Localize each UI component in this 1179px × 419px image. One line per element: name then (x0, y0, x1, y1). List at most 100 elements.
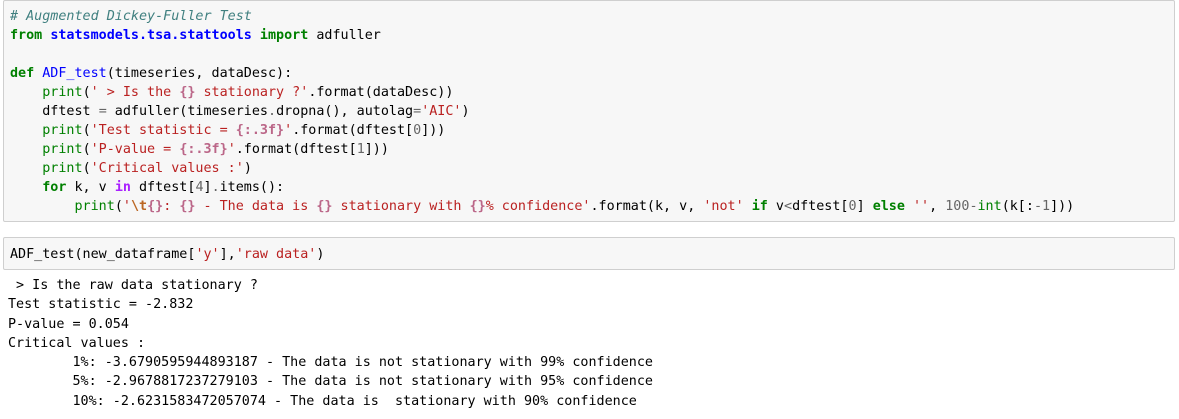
code-token: ' (122, 199, 131, 214)
code-token: .format(dftest[ (235, 142, 357, 157)
code-token: adfuller (308, 28, 381, 43)
code-token: int (977, 199, 1002, 214)
code-token: print (42, 123, 83, 138)
code-token: {} (179, 199, 196, 214)
code-line: dftest = adfuller(timeseries.dropna(), a… (10, 102, 1174, 121)
code-token: ] (203, 180, 212, 195)
output-line: 10%: -2.6231583472057074 - The data is s… (8, 393, 637, 409)
code-token: def (10, 66, 35, 81)
code-token: dftest[ (130, 180, 196, 195)
code-line: def ADF_test(timeseries, dataDesc): (10, 64, 1174, 83)
code-token: {} (179, 85, 196, 100)
code-editor[interactable]: ADF_test(new_dataframe['y'],'raw data') (4, 238, 1174, 264)
code-token: , (929, 199, 946, 214)
code-token: - The data is (195, 199, 317, 214)
code-line: ADF_test(new_dataframe['y'],'raw data') (10, 245, 1174, 264)
code-token: (k[: (1001, 199, 1034, 214)
code-token: if (751, 199, 768, 214)
code-token: .format(dataDesc)) (308, 85, 454, 100)
code-line: from statsmodels.tsa.stattools import ad… (10, 26, 1174, 45)
code-token: ) (461, 104, 470, 119)
code-token: print (74, 199, 115, 214)
code-token: 100 (945, 199, 970, 214)
code-token: 'not' (703, 199, 744, 214)
code-token: ( (82, 85, 91, 100)
code-token: 'raw data' (235, 247, 317, 262)
code-token: items(): (219, 180, 285, 195)
code-line: print('Test statistic = {:.3f}'.format(d… (10, 121, 1174, 140)
code-token: ADF_test(new_dataframe[ (10, 247, 196, 262)
code-token: ] (856, 199, 873, 214)
code-token: ( (82, 142, 91, 157)
code-token: stationary with (332, 199, 470, 214)
code-token: % confidence' (485, 199, 591, 214)
code-token: ], (219, 247, 236, 262)
code-token: statsmodels.tsa.stattools (50, 28, 252, 43)
code-token: .format(dftest[ (292, 123, 414, 138)
code-cell-adf-call[interactable]: ADF_test(new_dataframe['y'],'raw data') (3, 237, 1175, 270)
code-token: = (98, 104, 107, 119)
code-token: ])) (364, 142, 389, 157)
output-line: 5%: -2.9678817237279103 - The data is no… (8, 374, 653, 390)
code-line: for k, v in dftest[4].items(): (10, 178, 1174, 197)
code-token: v (767, 199, 784, 214)
code-line: print('P-value = {:.3f}'.format(dftest[1… (10, 140, 1174, 159)
code-token: 'Test statistic = (90, 123, 236, 138)
output-line: 1%: -3.6790595944893187 - The data is no… (8, 355, 653, 371)
code-token: 'Critical values :' (90, 161, 244, 176)
code-token: for (42, 180, 67, 195)
code-token: ( (114, 199, 123, 214)
code-token: adfuller(timeseries (106, 104, 268, 119)
code-token: {:.3f} (235, 123, 285, 138)
code-token: in (114, 180, 131, 195)
code-token: : (163, 199, 180, 214)
code-editor[interactable]: # Augmented Dickey-Fuller Test from stats… (4, 1, 1174, 216)
code-token: - (969, 199, 978, 214)
code-token: ' (227, 142, 236, 157)
code-token: 4 (195, 180, 204, 195)
output-line: > Is the raw data stationary ? (8, 278, 258, 293)
code-token: ( (82, 161, 91, 176)
code-line: print('Critical values :') (10, 159, 1174, 178)
code-token: {} (316, 199, 333, 214)
code-token: else (872, 199, 905, 214)
code-token: k, v (66, 180, 115, 195)
code-token: 1 (356, 142, 365, 157)
code-line: print('\t{}: {} - The data is {} station… (10, 197, 1174, 216)
code-token: dropna(), autolag (276, 104, 414, 119)
output-line: P-value = 0.054 (8, 316, 129, 332)
code-token: \t (130, 199, 148, 214)
code-token: (timeseries, dataDesc): (106, 66, 293, 81)
code-token: . (268, 104, 277, 119)
code-token: ) (316, 247, 325, 262)
code-token: . (211, 180, 220, 195)
code-token: 'AIC' (421, 104, 462, 119)
code-token: dftest (10, 104, 99, 119)
code-token: = (413, 104, 422, 119)
code-token: print (42, 85, 83, 100)
code-token: print (42, 142, 83, 157)
code-token: ( (82, 123, 91, 138)
code-token: import (259, 28, 309, 43)
code-token: ' > Is the (90, 85, 180, 100)
cell-output: > Is the raw data stationary ? Test stati… (8, 276, 653, 411)
code-token: ])) (421, 123, 446, 138)
code-token: {} (147, 199, 164, 214)
code-token: 'y' (195, 247, 220, 262)
code-token: stationary ?' (195, 85, 309, 100)
code-token: 'P-value = (90, 142, 180, 157)
code-token: ADF_test (42, 66, 107, 81)
code-token: {:.3f} (179, 142, 228, 157)
output-line: Critical values : (8, 335, 146, 351)
code-cell-adf-definition[interactable]: # Augmented Dickey-Fuller Test from stats… (3, 0, 1175, 222)
code-token: -1 (1033, 199, 1051, 214)
output-line: Test statistic = -2.832 (8, 297, 194, 313)
